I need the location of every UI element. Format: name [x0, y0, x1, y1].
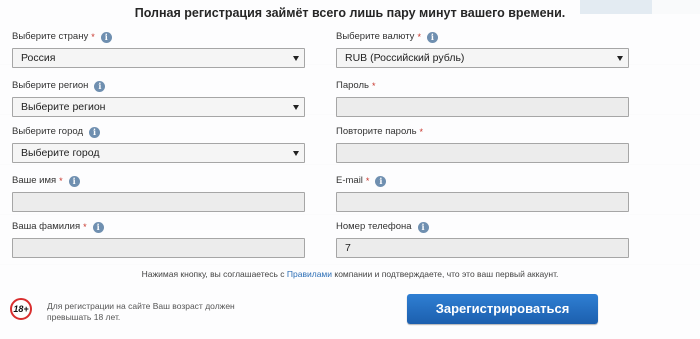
- phone-field: Номер телефона i 7: [336, 220, 629, 258]
- first-name-label: Ваше имя: [12, 175, 57, 186]
- modal-title: Полная регистрация займёт всего лишь пар…: [134, 6, 566, 20]
- last-name-label: Ваша фамилия: [12, 221, 81, 232]
- registration-modal: Полная регистрация займёт всего лишь пар…: [0, 0, 700, 339]
- region-field: Выберите регион i Выберите регион: [12, 79, 305, 117]
- required-mark: *: [83, 222, 87, 232]
- currency-select[interactable]: RUB (Российский рубль): [336, 48, 629, 68]
- phone-input[interactable]: 7: [336, 238, 629, 258]
- phone-label: Номер телефона: [336, 221, 412, 232]
- age-notice: Для регистрации на сайте Ваш возраст дол…: [47, 301, 235, 322]
- repeat-password-field: Повторите пароль *: [336, 125, 629, 163]
- info-icon[interactable]: i: [426, 31, 438, 43]
- info-icon[interactable]: i: [68, 175, 80, 187]
- region-select[interactable]: Выберите регион: [12, 97, 305, 117]
- chevron-down-icon: [293, 151, 299, 156]
- required-mark: *: [59, 176, 63, 186]
- required-mark: *: [371, 81, 376, 91]
- chevron-down-icon: [293, 105, 299, 110]
- register-button[interactable]: Зарегистрироваться: [407, 294, 598, 324]
- last-name-input[interactable]: [12, 238, 305, 258]
- info-icon[interactable]: i: [100, 31, 112, 43]
- region-label: Выберите регион: [12, 80, 89, 91]
- rules-link[interactable]: Правилами: [287, 269, 332, 279]
- info-icon[interactable]: i: [92, 221, 104, 233]
- required-mark: *: [91, 32, 95, 42]
- info-icon[interactable]: i: [94, 80, 106, 92]
- currency-field: Выберите валюту * i RUB (Российский рубль): [336, 30, 629, 68]
- required-mark: *: [417, 32, 421, 42]
- chevron-down-icon: [617, 56, 623, 61]
- email-label: E-mail: [336, 175, 363, 186]
- agreement-text: Нажимая кнопку, вы соглашаетесь с Правил…: [141, 269, 559, 279]
- first-name-field: Ваше имя * i: [12, 174, 305, 212]
- city-field: Выберите город i Выберите город: [12, 125, 305, 163]
- password-field: Пароль *: [336, 79, 629, 117]
- country-select[interactable]: Россия: [12, 48, 305, 68]
- repeat-password-label: Повторите пароль: [336, 126, 417, 137]
- required-mark: *: [365, 176, 370, 186]
- required-mark: *: [419, 127, 424, 137]
- email-input[interactable]: [336, 192, 629, 212]
- info-icon[interactable]: i: [375, 175, 387, 187]
- city-select[interactable]: Выберите город: [12, 143, 305, 163]
- info-icon[interactable]: i: [417, 221, 429, 233]
- repeat-password-input[interactable]: [336, 143, 629, 163]
- country-field: Выберите страну * i Россия: [12, 30, 305, 68]
- password-input[interactable]: [336, 97, 629, 117]
- city-label: Выберите город: [12, 126, 83, 137]
- email-field: E-mail * i: [336, 174, 629, 212]
- last-name-field: Ваша фамилия * i: [12, 220, 305, 258]
- chevron-down-icon: [293, 56, 299, 61]
- info-icon[interactable]: i: [88, 126, 100, 138]
- country-label: Выберите страну: [12, 31, 89, 42]
- currency-label: Выберите валюту: [336, 31, 415, 42]
- first-name-input[interactable]: [12, 192, 305, 212]
- age-18-icon: 18+: [10, 298, 32, 320]
- password-label: Пароль: [336, 80, 369, 91]
